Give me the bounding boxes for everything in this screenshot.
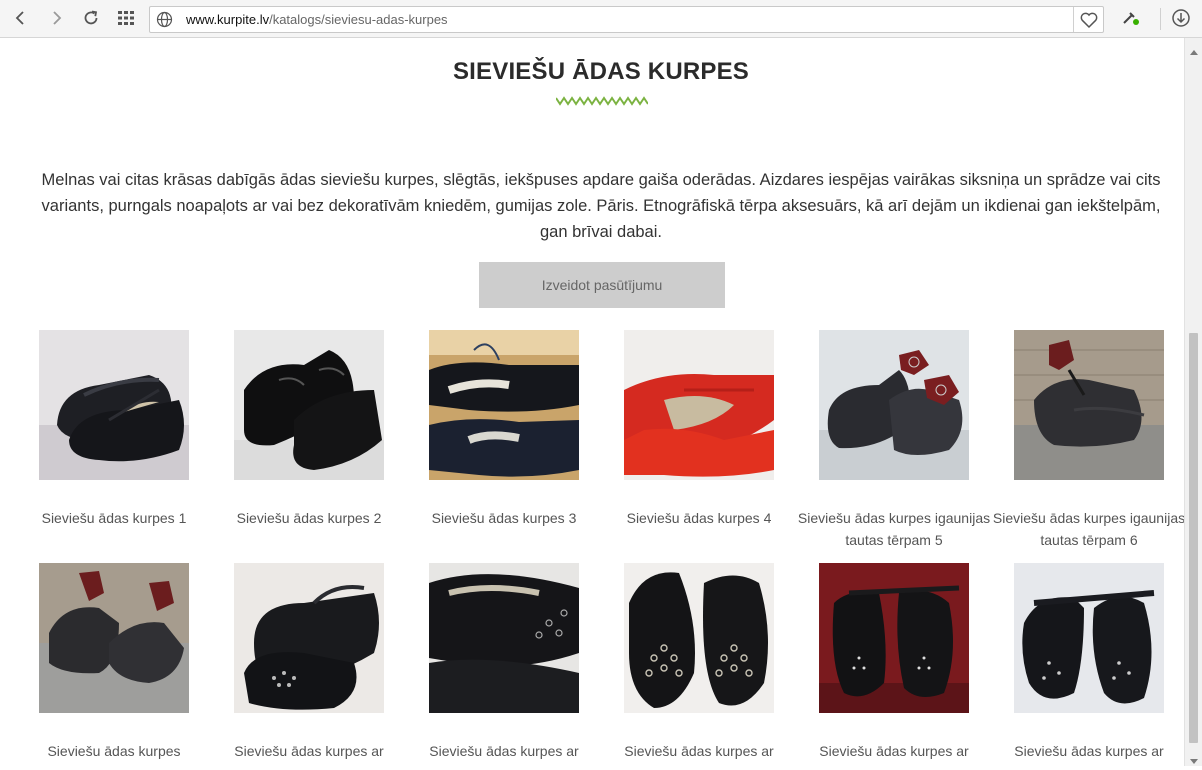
reload-icon[interactable] — [77, 4, 105, 32]
product-name[interactable]: Sieviešu ādas kurpes ar — [990, 740, 1184, 762]
scroll-up-icon[interactable] — [1190, 42, 1198, 60]
page-content: SIEVIEŠU ĀDAS KURPES Melnas vai citas kr… — [0, 38, 1184, 766]
browser-toolbar: www.kurpite.lv/katalogs/sieviesu-adas-ku… — [0, 0, 1202, 38]
title-underline-zigzag — [556, 96, 648, 106]
product-name[interactable]: Sieviešu ādas kurpes 3 — [405, 507, 603, 529]
page-title: SIEVIEŠU ĀDAS KURPES — [452, 58, 750, 85]
speed-dial-icon[interactable] — [112, 4, 140, 32]
product-image[interactable] — [1014, 330, 1164, 480]
extension-icon[interactable] — [1117, 4, 1145, 32]
product-name[interactable]: Sieviešu ādas kurpes igaunijas tautas tē… — [795, 507, 993, 551]
product-name[interactable]: Sieviešu ādas kurpes — [15, 740, 213, 762]
product-name[interactable]: Sieviešu ādas kurpes 2 — [210, 507, 408, 529]
back-icon[interactable] — [6, 4, 34, 32]
product-image[interactable] — [624, 563, 774, 713]
address-separator — [1073, 7, 1074, 32]
product-image[interactable] — [39, 563, 189, 713]
product-name[interactable]: Sieviešu ādas kurpes ar — [795, 740, 993, 762]
url-text: www.kurpite.lv/katalogs/sieviesu-adas-ku… — [186, 12, 448, 27]
product-image[interactable] — [234, 563, 384, 713]
product-image[interactable] — [1014, 563, 1164, 713]
product-image[interactable] — [624, 330, 774, 480]
product-name[interactable]: Sieviešu ādas kurpes ar — [600, 740, 798, 762]
product-image[interactable] — [429, 330, 579, 480]
scroll-down-icon[interactable] — [1190, 752, 1198, 770]
product-name[interactable]: Sieviešu ādas kurpes igaunijas tautas tē… — [990, 507, 1184, 551]
product-name[interactable]: Sieviešu ādas kurpes 4 — [600, 507, 798, 529]
product-image[interactable] — [234, 330, 384, 480]
address-bar[interactable]: www.kurpite.lv/katalogs/sieviesu-adas-ku… — [149, 6, 1104, 33]
url-path: /katalogs/sieviesu-adas-kurpes — [269, 12, 448, 27]
product-image[interactable] — [39, 330, 189, 480]
product-image[interactable] — [819, 330, 969, 480]
forward-icon[interactable] — [43, 4, 71, 32]
download-icon[interactable] — [1167, 4, 1195, 32]
heart-icon[interactable] — [1079, 10, 1099, 35]
product-name[interactable]: Sieviešu ādas kurpes ar — [405, 740, 603, 762]
product-name[interactable]: Sieviešu ādas kurpes 1 — [15, 507, 213, 529]
product-image[interactable] — [819, 563, 969, 713]
url-domain: www.kurpite.lv — [186, 12, 270, 27]
toolbar-divider — [1160, 8, 1161, 30]
create-order-button[interactable]: Izveidot pasūtījumu — [479, 262, 725, 308]
globe-icon — [156, 11, 173, 33]
scrollbar-thumb[interactable] — [1189, 333, 1198, 743]
product-name[interactable]: Sieviešu ādas kurpes ar — [210, 740, 408, 762]
vertical-scrollbar[interactable] — [1184, 38, 1202, 766]
category-description: Melnas vai citas krāsas dabīgās ādas sie… — [41, 171, 1161, 241]
product-image[interactable] — [429, 563, 579, 713]
